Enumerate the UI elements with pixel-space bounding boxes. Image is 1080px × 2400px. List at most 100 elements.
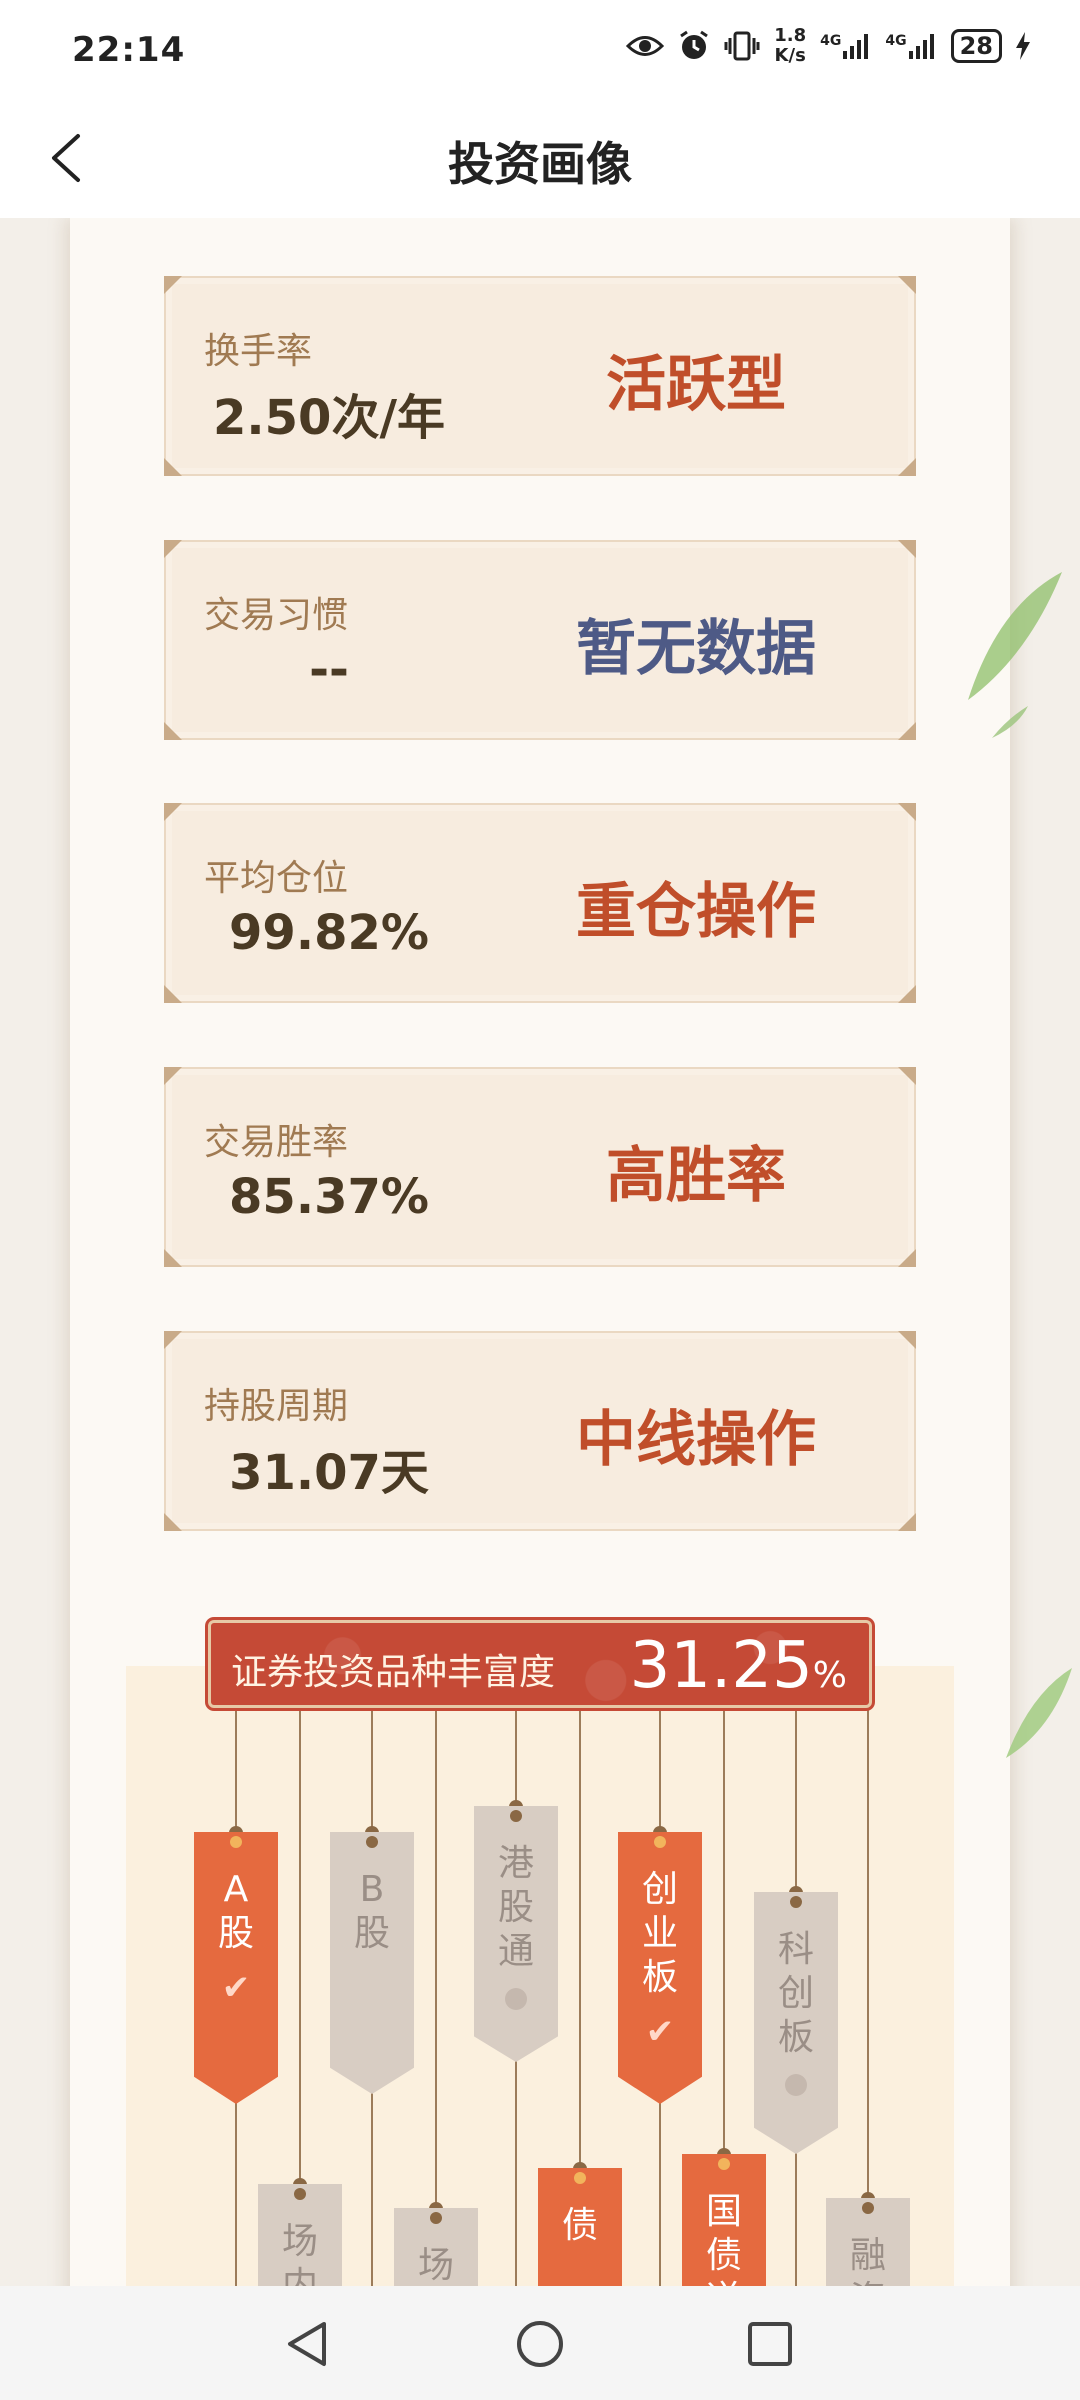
- card-corner: [164, 276, 182, 294]
- metric-tag: 高胜率: [606, 1141, 786, 1211]
- tag-hole: [294, 2188, 306, 2200]
- card-corner: [898, 985, 916, 1003]
- variety-value-unit: %: [812, 1655, 847, 1696]
- card-corner: [898, 803, 916, 821]
- variety-label: 证券投资品种丰富度: [231, 1652, 556, 1693]
- tag-hole: [230, 1836, 242, 1848]
- card-corner: [898, 276, 916, 294]
- card-corner: [164, 985, 182, 1003]
- tag-string: [435, 1708, 437, 2286]
- metric-value: 99.82%: [229, 905, 429, 961]
- product-tag: 科创板: [754, 1892, 838, 2154]
- product-tag: 场外: [394, 2208, 478, 2286]
- product-tag: 融资: [826, 2198, 910, 2286]
- metric-card: 交易胜率 85.37% 高胜率: [164, 1067, 916, 1267]
- product-tag: B股: [330, 1832, 414, 2094]
- metric-label: 平均仓位: [204, 858, 349, 899]
- card-corner: [898, 722, 916, 740]
- network-speed: 1.8 K/s: [774, 26, 806, 66]
- card-corner: [164, 540, 182, 558]
- unchecked-dot-icon: [785, 2074, 807, 2096]
- variety-value-number: 31.25: [629, 1629, 813, 1703]
- product-tag-char: 板: [777, 2017, 814, 2058]
- product-tag-char: 通: [497, 1931, 534, 1972]
- nav-home-button[interactable]: [512, 2316, 568, 2372]
- tag-hole: [366, 1836, 378, 1848]
- metric-tag: 活跃型: [606, 350, 786, 420]
- product-tag-char: 股: [217, 1913, 254, 1954]
- metric-value: --: [309, 642, 349, 698]
- metric-value: 31.07天: [229, 1445, 429, 1501]
- product-tag-char: 股: [497, 1887, 534, 1928]
- product-tag: 创业板 ✔: [618, 1832, 702, 2104]
- card-corner: [164, 803, 182, 821]
- card-corner: [898, 458, 916, 476]
- status-icons: 1.8 K/s 4G 4G 28: [626, 26, 1030, 66]
- metric-label: 持股周期: [204, 1386, 349, 1427]
- unchecked-dot-icon: [505, 1988, 527, 2010]
- product-tag: 场内: [258, 2184, 342, 2286]
- product-tag-char: A: [223, 1869, 249, 1910]
- product-tag-char: 逆: [682, 2278, 766, 2286]
- card-corner: [164, 1249, 182, 1267]
- product-tag: 债: [538, 2168, 622, 2286]
- metric-card: 持股周期 31.07天 中线操作: [164, 1331, 916, 1531]
- tag-hole: [718, 2158, 730, 2170]
- card-corner: [898, 1249, 916, 1267]
- metric-value: 2.50次/年: [213, 390, 445, 446]
- status-time: 22:14: [72, 30, 186, 70]
- product-tag-char: 内: [281, 2265, 318, 2286]
- card-corner: [164, 1331, 182, 1349]
- metric-label: 换手率: [204, 331, 313, 372]
- check-icon: ✔: [645, 2012, 675, 2052]
- page-title: 投资画像: [448, 137, 632, 191]
- signal-icon: 4G: [885, 33, 936, 59]
- vibrate-icon: [724, 31, 760, 61]
- charging-icon: [1016, 32, 1030, 60]
- product-tag-char: 融: [849, 2235, 886, 2276]
- variety-value: 31.25%: [630, 1629, 847, 1703]
- metric-tag: 中线操作: [576, 1405, 816, 1475]
- product-tag: A 股 ✔: [194, 1832, 278, 2104]
- network-speed-unit: K/s: [774, 45, 806, 66]
- tag-hole: [862, 2202, 874, 2214]
- product-tag-char: 创: [777, 1973, 814, 2014]
- status-bar: 22:14 1.8 K/s 4G 4G 28: [0, 0, 1080, 100]
- product-tag: 国债逆✔: [682, 2154, 766, 2286]
- card-corner: [898, 1067, 916, 1085]
- app-header: 投资画像: [0, 100, 1080, 218]
- product-tag-char: 债: [561, 2205, 598, 2246]
- metric-tag: 暂无数据: [576, 614, 816, 684]
- card-corner: [898, 1331, 916, 1349]
- tag-hole: [574, 2172, 586, 2184]
- product-tag-char: 场: [281, 2221, 318, 2262]
- metric-card: 交易习惯 -- 暂无数据: [164, 540, 916, 740]
- nav-back-button[interactable]: [280, 2316, 336, 2372]
- card-corner: [164, 1513, 182, 1531]
- card-corner: [898, 1513, 916, 1531]
- product-tag-char: 板: [641, 1957, 678, 1998]
- product-tag-char: 国: [705, 2191, 742, 2232]
- metric-card: 换手率 2.50次/年 活跃型: [164, 276, 916, 476]
- tag-hole: [654, 1836, 666, 1848]
- card-corner: [164, 458, 182, 476]
- card-corner: [164, 722, 182, 740]
- metric-label: 交易习惯: [204, 595, 349, 636]
- tag-hole: [430, 2212, 442, 2224]
- product-tag-char: B: [359, 1869, 385, 1910]
- network-speed-value: 1.8: [774, 25, 807, 46]
- metric-card: 平均仓位 99.82% 重仓操作: [164, 803, 916, 1003]
- product-tag-char: 港: [497, 1843, 534, 1884]
- product-tag: 港股通: [474, 1806, 558, 2062]
- system-nav-bar: [0, 2286, 1080, 2400]
- metric-label: 交易胜率: [204, 1122, 349, 1163]
- tag-hole: [510, 1810, 522, 1822]
- variety-banner: 证券投资品种丰富度 31.25%: [208, 1620, 872, 1708]
- check-icon: ✔: [221, 1968, 251, 2008]
- product-tag-char: 业: [641, 1913, 678, 1954]
- battery-icon: 28: [950, 29, 1002, 63]
- nav-recents-button[interactable]: [742, 2316, 798, 2372]
- leaf-decoration-icon: [968, 572, 1062, 700]
- scroll-content[interactable]: 换手率 2.50次/年 活跃型 交易习惯 -- 暂无数据 平均仓位 99.82% 重仓操作 交易胜…: [0, 218, 1080, 2286]
- card-corner: [898, 540, 916, 558]
